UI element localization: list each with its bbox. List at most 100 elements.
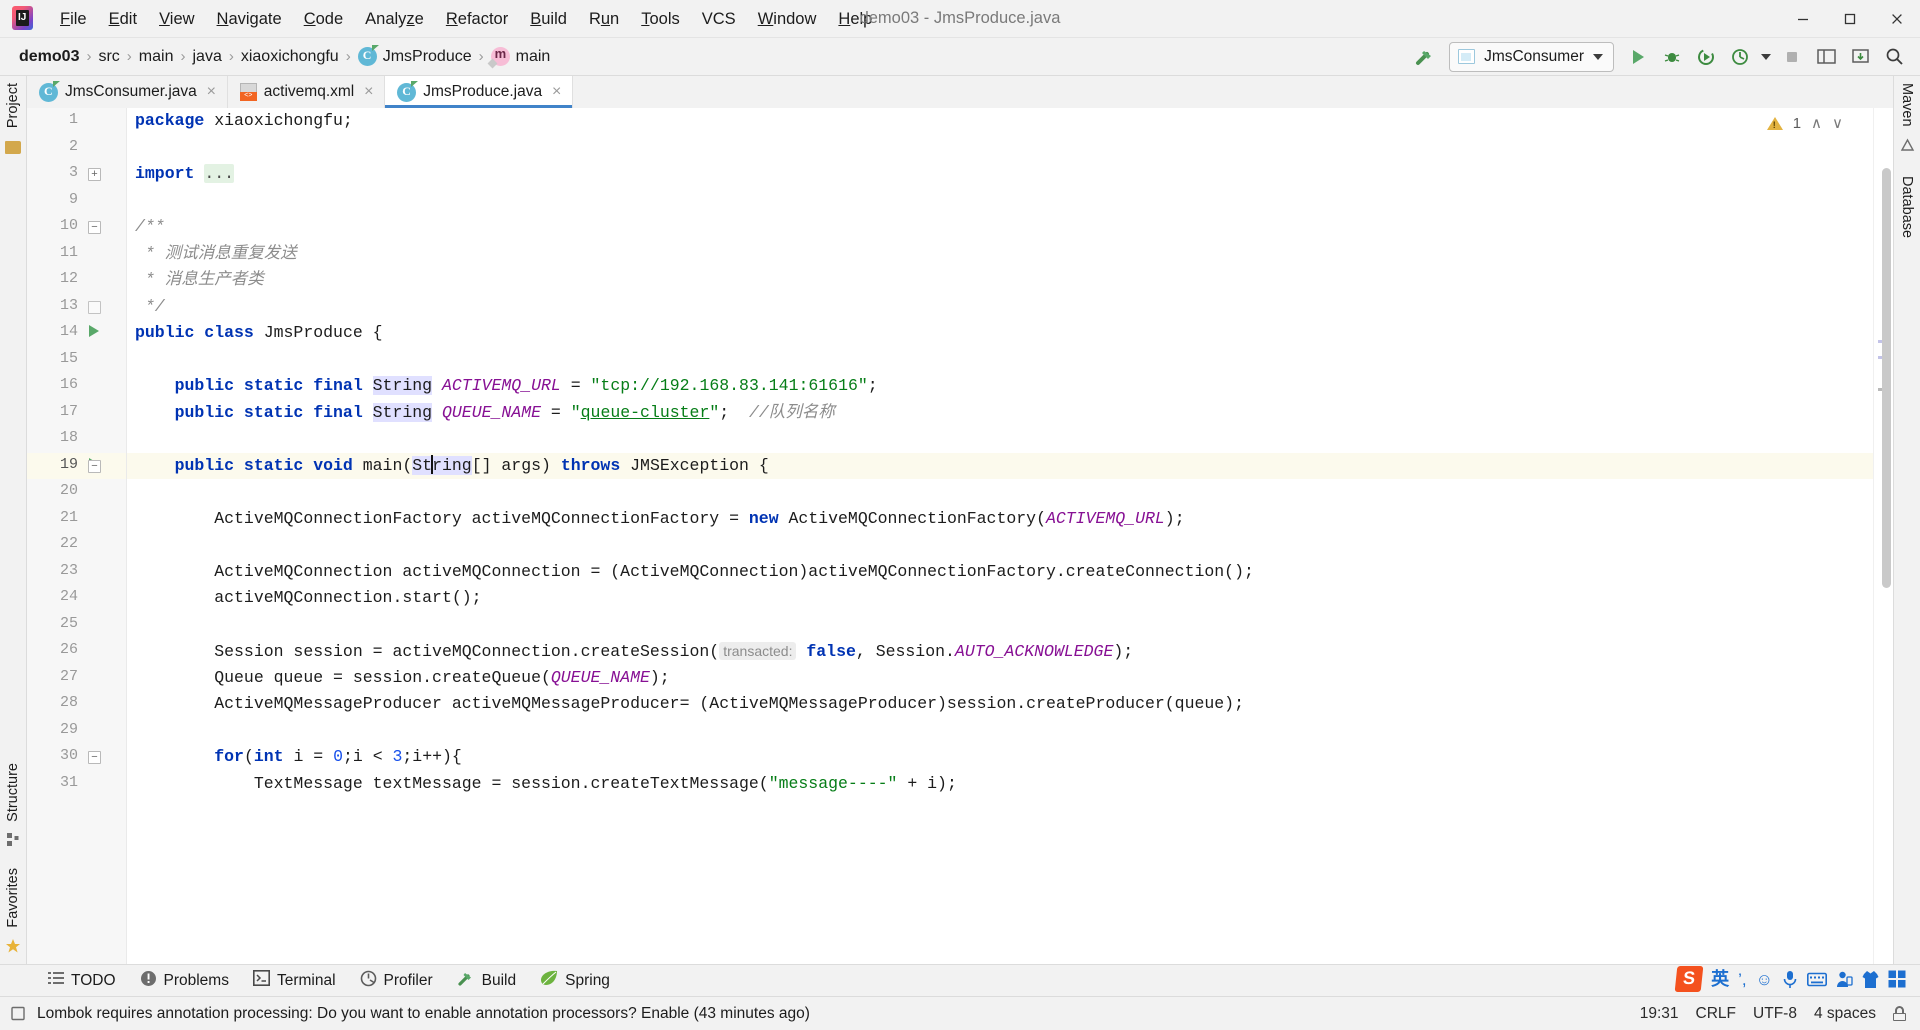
tool-window-project[interactable]: Project [1,76,25,135]
menu-edit[interactable]: Edit [98,6,148,32]
gutter-line-30[interactable]: 30− [27,744,126,771]
microphone-icon[interactable] [1782,970,1798,989]
code-area[interactable]: package xiaoxichongfu; import ... /** * … [127,108,1873,964]
sogou-ime-icon[interactable]: S [1674,966,1704,992]
encoding-widget[interactable]: UTF-8 [1753,1005,1797,1023]
breadcrumb-item-main[interactable]: main [134,46,179,68]
line-separator-widget[interactable]: CRLF [1696,1005,1736,1023]
editor[interactable]: 123+910−111213.141516171819−202122232425… [27,108,1893,964]
code-line-24[interactable]: activeMQConnection.start(); [127,585,1873,612]
gutter-line-10[interactable]: 10− [27,214,126,241]
code-line-13[interactable]: */ [127,294,1873,321]
breadcrumb-item-src[interactable]: src [93,46,124,68]
code-line-16[interactable]: public static final String ACTIVEMQ_URL … [127,373,1873,400]
breadcrumb-item-main[interactable]: main [486,45,556,69]
vcs-update-button[interactable] [1844,42,1876,72]
code-line-12[interactable]: * 消息生产者类 [127,267,1873,294]
close-tab-icon[interactable]: × [549,84,564,100]
event-log-icon[interactable] [10,1005,27,1022]
emoji-icon[interactable]: ☺ [1756,971,1773,988]
stop-button[interactable] [1776,42,1808,72]
code-line-11[interactable]: * 测试消息重复发送 [127,241,1873,268]
keyboard-icon[interactable] [1807,972,1827,987]
run-gutter-icon[interactable] [89,325,99,337]
code-line-31[interactable]: TextMessage textMessage = session.create… [127,771,1873,798]
build-project-button[interactable] [1409,42,1441,72]
tool-window-button-profiler[interactable]: Profiler [350,966,443,996]
gutter-line-23[interactable]: 23 [27,559,126,586]
gutter-line-13[interactable]: 13. [27,294,126,321]
menu-tools[interactable]: Tools [630,6,691,32]
editor-tab-jmsconsumer-java[interactable]: JmsConsumer.java × [27,76,228,108]
code-line-22[interactable] [127,532,1873,559]
status-message[interactable]: Lombok requires annotation processing: D… [37,1005,810,1023]
tool-window-maven[interactable]: Maven [1895,76,1919,134]
menu-view[interactable]: View [148,6,205,32]
toolbox-grid-icon[interactable] [1888,970,1906,988]
vertical-scrollbar-thumb[interactable] [1882,168,1891,588]
close-tab-icon[interactable]: × [204,84,219,100]
close-tab-icon[interactable]: × [361,84,376,100]
gutter-line-25[interactable]: 25 [27,612,126,639]
fold-collapse-icon[interactable]: − [88,459,101,473]
gutter-line-1[interactable]: 1 [27,108,126,135]
gutter-line-17[interactable]: 17 [27,400,126,427]
unlocked-icon[interactable] [1893,1006,1906,1021]
gutter-line-24[interactable]: 24 [27,585,126,612]
gutter-line-9[interactable]: 9 [27,188,126,215]
menu-refactor[interactable]: Refactor [435,6,519,32]
code-line-27[interactable]: Queue queue = session.createQueue(QUEUE_… [127,665,1873,692]
project-structure-button[interactable] [1810,42,1842,72]
tool-window-button-build[interactable]: Build [447,965,526,996]
editor-markup-scrollbar[interactable] [1873,108,1893,964]
maximize-button[interactable] [1826,0,1873,38]
gutter-line-16[interactable]: 16 [27,373,126,400]
user-icon[interactable] [1836,970,1853,988]
code-line-20[interactable] [127,479,1873,506]
code-line-10[interactable]: /** [127,214,1873,241]
gutter-line-29[interactable]: 29 [27,718,126,745]
menu-vcs[interactable]: VCS [691,6,747,32]
folded-imports[interactable]: ... [204,164,235,183]
code-line-29[interactable] [127,718,1873,745]
close-button[interactable] [1873,0,1920,38]
menu-window[interactable]: Window [747,6,828,32]
code-line-28[interactable]: ActiveMQMessageProducer activeMQMessageP… [127,691,1873,718]
menu-build[interactable]: Build [519,6,578,32]
gutter-line-20[interactable]: 20 [27,479,126,506]
code-line-2[interactable] [127,135,1873,162]
gutter-line-28[interactable]: 28 [27,691,126,718]
previous-highlight-icon[interactable]: ∧ [1811,114,1822,132]
gutter-line-11[interactable]: 11 [27,241,126,268]
tool-window-button-spring[interactable]: Spring [530,966,620,995]
gutter-line-19[interactable]: 19− [27,452,126,479]
gutter-line-12[interactable]: 12 [27,267,126,294]
tool-window-favorites[interactable]: Favorites [1,861,25,935]
run-button[interactable] [1622,42,1654,72]
gutter-line-15[interactable]: 15 [27,347,126,374]
profile-button[interactable] [1724,42,1756,72]
tool-window-button-terminal[interactable]: Terminal [243,966,346,995]
breadcrumb-item-java[interactable]: java [187,46,226,68]
tool-window-database[interactable]: Database [1895,169,1919,245]
breadcrumb-item-xiaoxichongfu[interactable]: xiaoxichongfu [236,46,344,68]
code-line-19[interactable]: public static void main(String[] args) t… [127,452,1873,479]
run-configuration-selector[interactable]: JmsConsumer [1449,41,1614,72]
code-line-21[interactable]: ActiveMQConnectionFactory activeMQConnec… [127,506,1873,533]
debug-button[interactable] [1656,42,1688,72]
tool-window-structure[interactable]: Structure [1,756,25,829]
code-line-26[interactable]: Session session = activeMQConnection.cre… [127,638,1873,665]
gutter-line-27[interactable]: 27 [27,665,126,692]
code-line-23[interactable]: ActiveMQConnection activeMQConnection = … [127,559,1873,586]
gutter-line-2[interactable]: 2 [27,135,126,162]
skin-shirt-icon[interactable] [1862,970,1879,989]
minimize-button[interactable] [1779,0,1826,38]
search-everywhere-button[interactable] [1878,42,1910,72]
gutter-line-14[interactable]: 14 [27,320,126,347]
fold-expand-icon[interactable]: + [88,168,101,181]
menu-file[interactable]: File [49,6,98,32]
code-line-1[interactable]: package xiaoxichongfu; [127,108,1873,135]
profile-dropdown-button[interactable] [1758,42,1774,72]
menu-code[interactable]: Code [293,6,354,32]
code-line-3[interactable]: import ... [127,161,1873,188]
